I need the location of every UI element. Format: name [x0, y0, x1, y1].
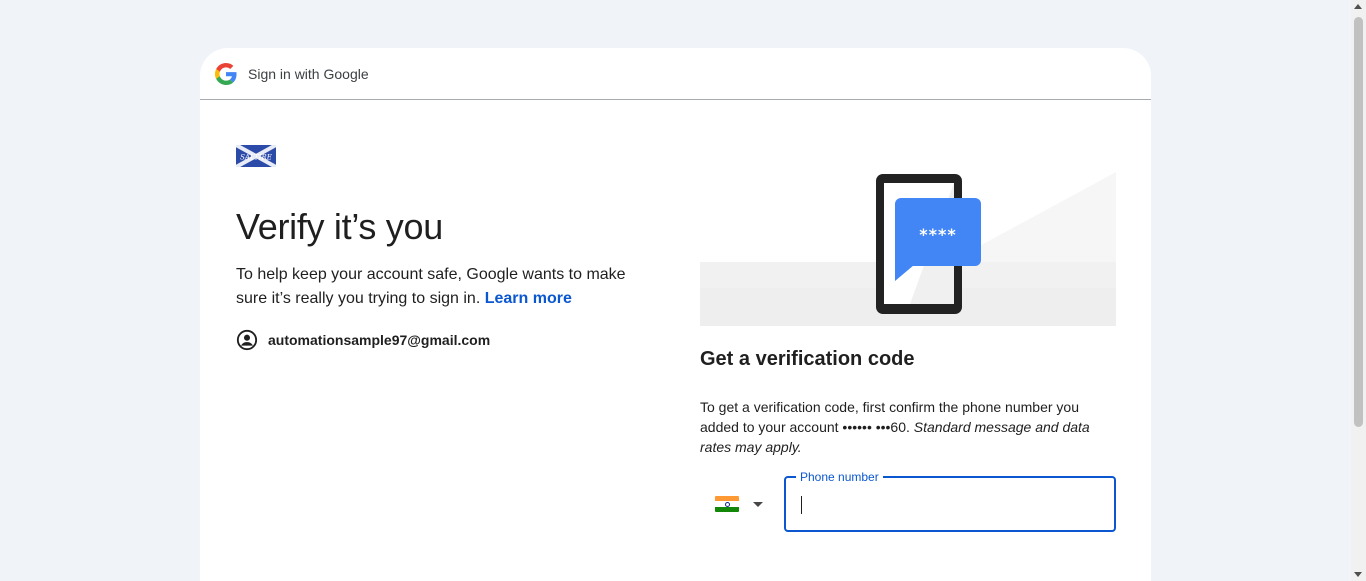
card-header: Sign in with Google	[200, 48, 1151, 100]
sign-in-card: Sign in with Google SALTIRE Verify it’s …	[200, 48, 1151, 581]
header-title: Sign in with Google	[248, 65, 369, 82]
google-g-icon	[215, 62, 237, 85]
svg-text:SALTIRE: SALTIRE	[240, 154, 272, 162]
scrollbar-thumb[interactable]	[1354, 17, 1363, 427]
scroll-down-arrow-icon[interactable]	[1354, 572, 1362, 577]
text-cursor	[801, 496, 802, 514]
saltire-logo: SALTIRE	[236, 145, 276, 167]
phone-row: Phone number	[700, 469, 1116, 532]
verification-title: Get a verification code	[700, 348, 915, 370]
phone-number-field: Phone number	[784, 469, 1116, 532]
phone-sms-illustration: ****	[700, 172, 1116, 326]
learn-more-link[interactable]: Learn more	[485, 290, 572, 307]
page-title: Verify it’s you	[236, 206, 443, 247]
country-selector[interactable]	[700, 476, 784, 532]
svg-text:****: ****	[919, 225, 956, 244]
phone-number-label: Phone number	[796, 469, 883, 485]
account-circle-icon	[236, 329, 258, 351]
description: To help keep your account safe, Google w…	[236, 263, 656, 311]
left-column: SALTIRE Verify it’s you To help keep you…	[236, 145, 656, 351]
scroll-up-arrow-icon[interactable]	[1354, 4, 1362, 9]
phone-number-input[interactable]	[786, 478, 1114, 530]
dropdown-caret-icon	[753, 501, 763, 507]
right-column: **** Get a verification code To get a ve…	[700, 168, 1116, 532]
verification-instructions: To get a verification code, first confir…	[700, 397, 1116, 457]
account-chip: automationsample97@gmail.com	[236, 329, 656, 351]
account-email: automationsample97@gmail.com	[268, 332, 491, 348]
india-flag-icon	[715, 496, 739, 512]
page-scrollbar[interactable]	[1351, 0, 1366, 581]
